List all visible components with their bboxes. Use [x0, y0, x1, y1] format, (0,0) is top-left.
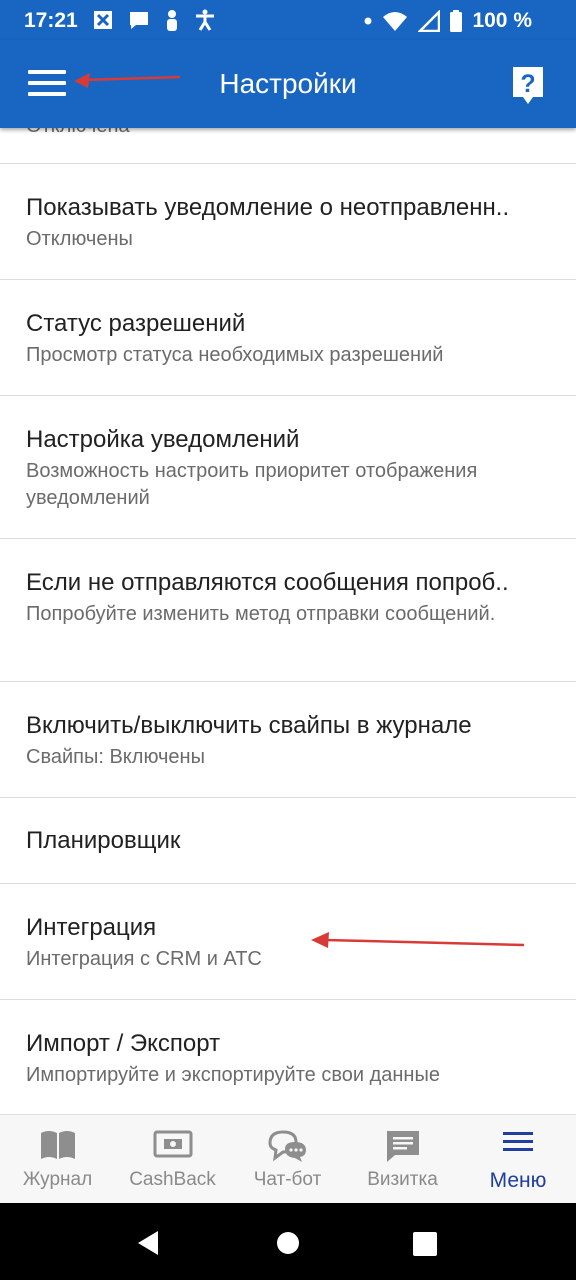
notification-icons — [92, 9, 216, 31]
settings-item-title: Показывать уведомление о неотправленн.. — [26, 194, 510, 221]
tab-label: Журнал — [22, 1169, 93, 1190]
settings-item-scheduler[interactable]: Планировщик — [0, 798, 576, 884]
settings-item-subtitle: Импортируйте и экспортируйте свои данные — [26, 1064, 440, 1086]
status-time: 17:21 — [24, 9, 78, 32]
settings-item-title: Статус разрешений — [26, 310, 246, 337]
settings-item-subtitle: Отключена — [26, 128, 556, 140]
tab-label: CashBack — [129, 1169, 216, 1190]
settings-item-title: Если не отправляются сообщения попроб.. — [26, 569, 509, 596]
message-card-icon — [386, 1131, 419, 1162]
settings-item-title: Импорт / Экспорт — [26, 1030, 221, 1057]
tab-chatbot[interactable]: Чат-бот — [230, 1115, 345, 1204]
signal-icon — [418, 10, 441, 32]
status-bar: 17:21 100 % — [0, 0, 576, 40]
app-bar: Настройки ? — [0, 40, 576, 128]
settings-item-title: Планировщик — [26, 827, 181, 854]
settings-item-subtitle: Отключены — [26, 228, 133, 250]
back-icon[interactable] — [136, 1230, 160, 1256]
settings-item-subtitle: Возможность настроить приоритет отображе… — [26, 460, 478, 509]
svg-text:?: ? — [520, 70, 535, 98]
tab-label: Меню — [489, 1169, 547, 1192]
dot-icon — [364, 17, 372, 25]
settings-item-unsent-notification[interactable]: Показывать уведомление о неотправленн.. … — [0, 164, 576, 280]
accessibility-icon — [196, 9, 214, 31]
message-notification-icon — [130, 12, 148, 29]
hamburger-icon — [503, 1132, 533, 1151]
tab-label: Визитка — [367, 1169, 438, 1190]
battery-percent: 100 % — [472, 9, 532, 32]
page-title: Настройки — [219, 68, 357, 99]
settings-item-sending-method[interactable]: Если не отправляются сообщения попроб.. … — [0, 539, 576, 682]
battery-icon — [450, 10, 463, 32]
banknote-icon — [153, 1130, 192, 1158]
book-icon — [40, 1131, 75, 1159]
settings-item-notification-settings[interactable]: Настройка уведомлений Возможность настро… — [0, 396, 576, 539]
settings-item-subtitle: Попробуйте изменить метод отправки сообщ… — [26, 603, 496, 625]
recents-icon[interactable] — [413, 1232, 437, 1256]
help-icon[interactable]: ? — [512, 66, 544, 106]
home-icon[interactable] — [277, 1232, 299, 1254]
settings-item-title: Интеграция — [26, 914, 157, 941]
wifi-icon — [383, 12, 408, 31]
settings-item-title: Включить/выключить свайпы в журнале — [26, 712, 472, 739]
settings-item-permissions[interactable]: Статус разрешений Просмотр статуса необх… — [0, 280, 576, 396]
tab-menu[interactable]: Меню — [460, 1115, 576, 1204]
tab-business-card[interactable]: Визитка — [345, 1115, 460, 1204]
tab-cashback[interactable]: CashBack — [115, 1115, 230, 1204]
system-navigation-bar — [0, 1203, 576, 1280]
settings-item-subtitle: Интеграция с CRM и АТС — [26, 948, 262, 970]
settings-item-integration[interactable]: Интеграция Интеграция с CRM и АТС — [0, 884, 576, 1000]
tab-label: Чат-бот — [253, 1169, 322, 1190]
settings-item-title: Настройка уведомлений — [26, 426, 300, 453]
settings-item-subtitle: Свайпы: Включены — [26, 746, 205, 768]
settings-item-import-export[interactable]: Импорт / Экспорт Импортируйте и экспорти… — [0, 1000, 576, 1114]
status-right: 100 % — [364, 9, 532, 33]
settings-list: Отключена Показывать уведомление о неотп… — [0, 128, 576, 1114]
settings-item[interactable]: Отключена — [0, 128, 576, 164]
app-notification-icon — [94, 11, 112, 29]
person-notification-icon — [167, 10, 177, 31]
settings-item-subtitle: Просмотр статуса необходимых разрешений — [26, 344, 444, 366]
settings-item-swipes[interactable]: Включить/выключить свайпы в журнале Свай… — [0, 682, 576, 798]
tab-journal[interactable]: Журнал — [0, 1115, 115, 1204]
bottom-navigation: Журнал CashBack Чат-бот Визитка Меню — [0, 1114, 576, 1204]
chat-bubbles-icon — [267, 1130, 306, 1162]
